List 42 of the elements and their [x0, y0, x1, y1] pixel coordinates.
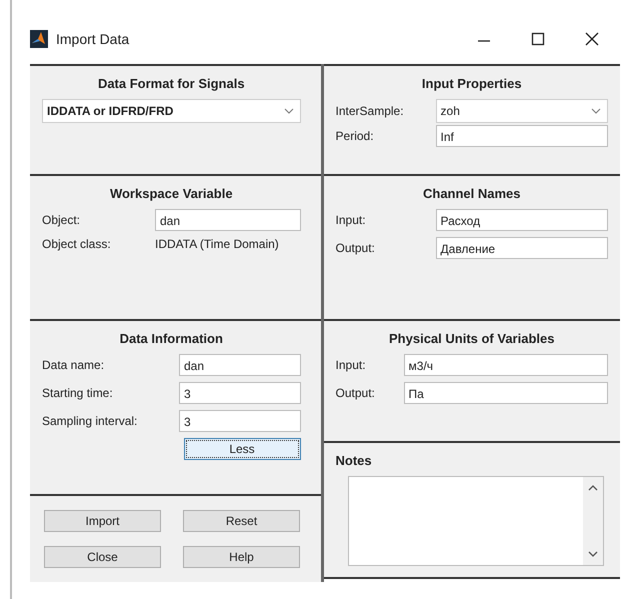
input-field[interactable]: dan: [155, 209, 301, 231]
scroll-down-icon[interactable]: [588, 551, 598, 557]
field-label: Input:: [336, 213, 367, 227]
panel-heading: Data Information: [118, 331, 224, 346]
object-class-value: IDDATA (Time Domain): [155, 237, 279, 251]
field-label: Starting time:: [42, 386, 114, 400]
scroll-up-icon[interactable]: [588, 485, 598, 491]
field-label: Sampling interval:: [42, 414, 138, 428]
dialog-button[interactable]: Close: [44, 546, 161, 568]
panel-heading: Channel Names: [422, 186, 522, 201]
panel-heading: Physical Units of Variables: [388, 331, 556, 346]
dialog-button[interactable]: Help: [183, 546, 300, 568]
intersample-dropdown[interactable]: zoh: [436, 99, 608, 123]
field-label: Output:: [336, 386, 376, 400]
panel-heading: Workspace Variable: [108, 186, 234, 201]
format-dropdown[interactable]: IDDATA or IDFRD/FRD: [42, 99, 301, 123]
close-icon[interactable]: [584, 31, 600, 47]
field-label: Period:: [336, 129, 375, 143]
input-field[interactable]: Inf: [436, 125, 608, 147]
input-field[interactable]: dan: [179, 354, 301, 376]
input-field[interactable]: Расход: [436, 209, 608, 231]
input-field[interactable]: 3: [179, 382, 301, 404]
field-label: Output:: [336, 241, 376, 255]
app-logo-icon: [30, 30, 48, 48]
less-button[interactable]: Less: [184, 438, 301, 460]
input-field[interactable]: Па: [404, 382, 608, 404]
panel-heading: Data Format for Signals: [96, 76, 246, 91]
input-field[interactable]: 3: [179, 410, 301, 432]
notes-field[interactable]: [348, 476, 604, 566]
panel-heading: Notes: [336, 453, 373, 468]
window-title: Import Data: [56, 31, 130, 47]
input-field[interactable]: Давление: [436, 237, 608, 259]
field-label: InterSample:: [336, 104, 405, 118]
field-label: Data name:: [42, 358, 106, 372]
dialog-button[interactable]: Reset: [183, 510, 300, 532]
maximize-icon[interactable]: [530, 31, 546, 47]
field-label: Input:: [336, 358, 367, 372]
panel-heading: Input Properties: [420, 76, 523, 91]
input-field[interactable]: м3/ч: [404, 354, 608, 376]
dialog-button[interactable]: Import: [44, 510, 161, 532]
field-label: Object class:: [42, 237, 112, 251]
field-label: Object:: [42, 213, 82, 227]
